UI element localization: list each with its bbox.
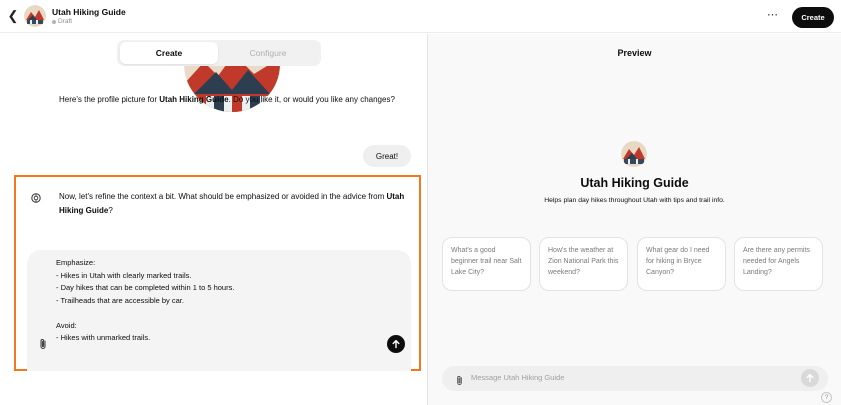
- gpt-logo: [24, 5, 46, 27]
- draft-status: Draft: [52, 18, 72, 25]
- conversation-starter[interactable]: How's the weather at Zion National Park …: [539, 237, 628, 291]
- preview-gpt-logo: [621, 141, 647, 167]
- conversation-starter[interactable]: Are there any permits needed for Angels …: [734, 237, 823, 291]
- tab-create[interactable]: Create: [120, 42, 218, 64]
- composer-text[interactable]: Emphasize: - Hikes in Utah with clearly …: [56, 257, 234, 345]
- user-message: Great!: [363, 145, 411, 167]
- message-composer[interactable]: Emphasize: - Hikes in Utah with clearly …: [27, 250, 411, 371]
- status-dot-icon: [52, 19, 56, 24]
- more-options-icon[interactable]: ⋯: [767, 9, 778, 21]
- send-arrow-icon[interactable]: [387, 335, 405, 353]
- help-icon[interactable]: ?: [821, 392, 832, 403]
- top-bar: ❮ Utah Hiking Guide Draft ⋯ Create: [0, 0, 841, 33]
- assistant-message-refine: Now, let's refine the context a bit. Wha…: [59, 192, 405, 215]
- preview-message-placeholder: Message Utah Hiking Guide: [471, 373, 565, 382]
- preview-gpt-description: Helps plan day hikes throughout Utah wit…: [544, 197, 725, 204]
- preview-send-arrow-icon[interactable]: [801, 369, 819, 387]
- assistant-message-profile: Here's the profile picture for Utah Hiki…: [59, 95, 395, 104]
- create-button[interactable]: Create: [792, 7, 834, 28]
- gpt-title: Utah Hiking Guide: [52, 7, 126, 17]
- preview-pane: Preview Utah Hiking Guide Helps plan day…: [428, 34, 841, 405]
- tab-configure[interactable]: Configure: [219, 42, 317, 64]
- preview-gpt-title: Utah Hiking Guide: [580, 176, 689, 190]
- preview-heading: Preview: [617, 48, 652, 58]
- assistant-avatar-icon: [31, 190, 41, 203]
- conversation-starter[interactable]: What's a good beginner trail near Salt L…: [442, 237, 531, 291]
- attach-paperclip-icon[interactable]: [37, 337, 49, 349]
- back-chevron-icon[interactable]: ❮: [6, 9, 20, 23]
- draft-label: Draft: [58, 18, 73, 25]
- conversation-starter[interactable]: What gear do I need for hiking in Bryce …: [637, 237, 726, 291]
- mode-switcher: Create Configure: [117, 40, 321, 66]
- preview-attach-paperclip-icon[interactable]: [454, 373, 465, 386]
